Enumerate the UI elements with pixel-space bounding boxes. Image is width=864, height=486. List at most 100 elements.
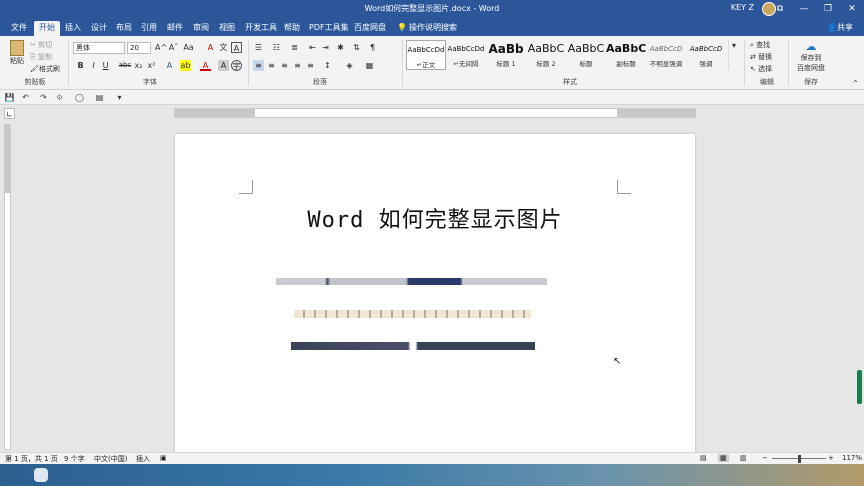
style-no-spacing[interactable]: AaBbCcDd ↵无间隔 (446, 40, 486, 70)
highlight-icon[interactable]: ab (180, 60, 191, 71)
zoom-out-icon[interactable]: − (762, 454, 768, 462)
scrollbar-thumb[interactable] (857, 370, 862, 404)
collapse-ribbon-icon[interactable]: ⌃ (850, 78, 861, 89)
tab-help[interactable]: 帮助 (279, 21, 305, 36)
vertical-ruler[interactable] (4, 124, 11, 450)
macro-record-icon[interactable]: ▣ (160, 454, 167, 462)
image-strip[interactable] (276, 278, 547, 285)
grow-font-icon[interactable]: A^ (155, 42, 167, 53)
save-to-netdisk-button[interactable]: ☁ 保存到 百度网盘 (794, 40, 828, 73)
tab-view[interactable]: 视图 (214, 21, 240, 36)
zoom-slider-thumb[interactable] (798, 455, 801, 463)
paragraph-shading-icon[interactable]: ◈ (344, 60, 355, 71)
save-icon[interactable]: 💾 (4, 92, 15, 103)
tab-layout[interactable]: 布局 (111, 21, 137, 36)
zoom-level[interactable]: 117% (842, 454, 862, 462)
document-page[interactable]: Word 如何完整显示图片 ↖ (175, 134, 695, 452)
style-title[interactable]: AaBbC 标题 (566, 40, 606, 70)
cut-button[interactable]: ✂ 剪切 (30, 40, 52, 50)
phonetic-guide-icon[interactable]: 文 (218, 42, 229, 53)
enclose-char-icon[interactable]: 字 (231, 60, 242, 71)
style-heading2[interactable]: AaBbC 标题 2 (526, 40, 566, 70)
increase-indent-icon[interactable]: ⇥ (320, 42, 331, 53)
sort-icon[interactable]: ⇅ (351, 42, 362, 53)
image-strip[interactable] (291, 342, 535, 350)
redo-icon[interactable]: ↷ (38, 92, 49, 103)
insert-mode[interactable]: 插入 (136, 454, 150, 464)
tab-design[interactable]: 设计 (86, 21, 112, 36)
borders-icon[interactable]: ▦ (364, 60, 375, 71)
multilevel-list-icon[interactable]: ≣ (289, 42, 300, 53)
format-painter-button[interactable]: 🖌格式刷 (30, 64, 60, 74)
select-button[interactable]: ↖ 选择 (750, 64, 772, 74)
tab-baidu-netdisk[interactable]: 百度网盘 (349, 21, 391, 36)
italic-button[interactable]: I (88, 60, 99, 71)
bold-button[interactable]: B (75, 60, 86, 71)
formatting-icon[interactable]: ▤ (94, 92, 105, 103)
tab-file[interactable]: 文件 (6, 21, 32, 36)
insert-shape-icon[interactable]: ◯ (74, 92, 85, 103)
find-button[interactable]: ⌕ 查找 (750, 40, 770, 50)
style-heading1[interactable]: AaBb 标题 1 (486, 40, 526, 70)
app-icon[interactable] (34, 468, 48, 482)
line-spacing-icon[interactable]: ↕ (322, 60, 333, 71)
language[interactable]: 中文(中国) (94, 454, 127, 464)
justify-icon[interactable]: ≡ (292, 60, 303, 71)
style-subtitle[interactable]: AaBbC 副标题 (606, 40, 646, 70)
ribbon-display-options-icon[interactable]: ⧉ (768, 0, 792, 18)
show-marks-icon[interactable]: ¶ (367, 42, 378, 53)
tab-references[interactable]: 引用 (136, 21, 162, 36)
minimize-button[interactable]: — (792, 0, 816, 18)
tab-review[interactable]: 审阅 (188, 21, 214, 36)
copy-button[interactable]: ⎘ 复制 (30, 52, 52, 62)
tab-pdf-tools[interactable]: PDF工具集 (304, 21, 354, 36)
change-case-icon[interactable]: Aa (183, 42, 194, 53)
page-count[interactable]: 第 1 页，共 1 页 (5, 454, 58, 464)
numbering-icon[interactable]: ☷ (271, 42, 282, 53)
bullets-icon[interactable]: ☰ (253, 42, 264, 53)
tab-developer[interactable]: 开发工具 (240, 21, 282, 36)
chinese-layout-icon[interactable]: ✱ (335, 42, 346, 53)
align-right-icon[interactable]: ≡ (279, 60, 290, 71)
tell-me-search[interactable]: 操作说明搜索 (404, 21, 462, 36)
style-subtle-emphasis[interactable]: AaBbCcD 不明显强调 (646, 40, 686, 70)
styles-scroll-icon[interactable]: ▾ (728, 40, 739, 70)
tab-mailings[interactable]: 邮件 (162, 21, 188, 36)
close-button[interactable]: ✕ (840, 0, 864, 18)
superscript-button[interactable]: x² (146, 60, 157, 71)
tab-insert[interactable]: 插入 (60, 21, 86, 36)
share-button[interactable]: 👤共享 (822, 21, 858, 36)
image-strip[interactable] (294, 310, 531, 318)
style-emphasis[interactable]: AaBbCcD 强调 (686, 40, 726, 70)
user-name[interactable]: KEY Z (731, 3, 754, 12)
font-name-combo[interactable]: 黑体 (73, 42, 125, 54)
document-heading[interactable]: Word 如何完整显示图片 (175, 202, 695, 234)
shrink-font-icon[interactable]: Aˇ (168, 42, 179, 53)
horizontal-ruler[interactable] (174, 108, 696, 118)
replace-button[interactable]: ⇄ 替换 (750, 52, 772, 62)
restore-button[interactable]: ❐ (816, 0, 840, 18)
zoom-in-icon[interactable]: + (828, 454, 834, 462)
font-color-icon[interactable]: A (200, 60, 211, 71)
draw-table-icon[interactable]: ⟐ (54, 92, 65, 103)
tab-home[interactable]: 开始 (34, 21, 60, 36)
web-layout-icon[interactable]: ▥ (740, 454, 747, 462)
font-size-combo[interactable]: 20 (127, 42, 151, 54)
strikethrough-button[interactable]: abc (118, 60, 132, 71)
customize-qat-icon[interactable]: ▾ (114, 92, 125, 103)
distributed-icon[interactable]: ≡ (305, 60, 316, 71)
undo-icon[interactable]: ↶ (20, 92, 31, 103)
word-count[interactable]: 9 个字 (64, 454, 85, 464)
char-shading-icon[interactable]: A (218, 60, 229, 71)
subscript-button[interactable]: x₂ (133, 60, 144, 71)
read-mode-icon[interactable]: ▤ (700, 454, 707, 462)
paste-button[interactable]: 粘贴 (6, 40, 28, 70)
align-center-icon[interactable]: ≡ (266, 60, 277, 71)
tab-selector-icon[interactable]: ∟ (4, 108, 15, 119)
align-left-icon[interactable]: ≡ (253, 60, 264, 71)
print-layout-icon[interactable]: ▦ (718, 454, 729, 462)
underline-button[interactable]: U (100, 60, 111, 71)
clear-format-icon[interactable]: A (205, 42, 216, 53)
style-normal[interactable]: AaBbCcDd ↵正文 (406, 40, 446, 70)
decrease-indent-icon[interactable]: ⇤ (307, 42, 318, 53)
